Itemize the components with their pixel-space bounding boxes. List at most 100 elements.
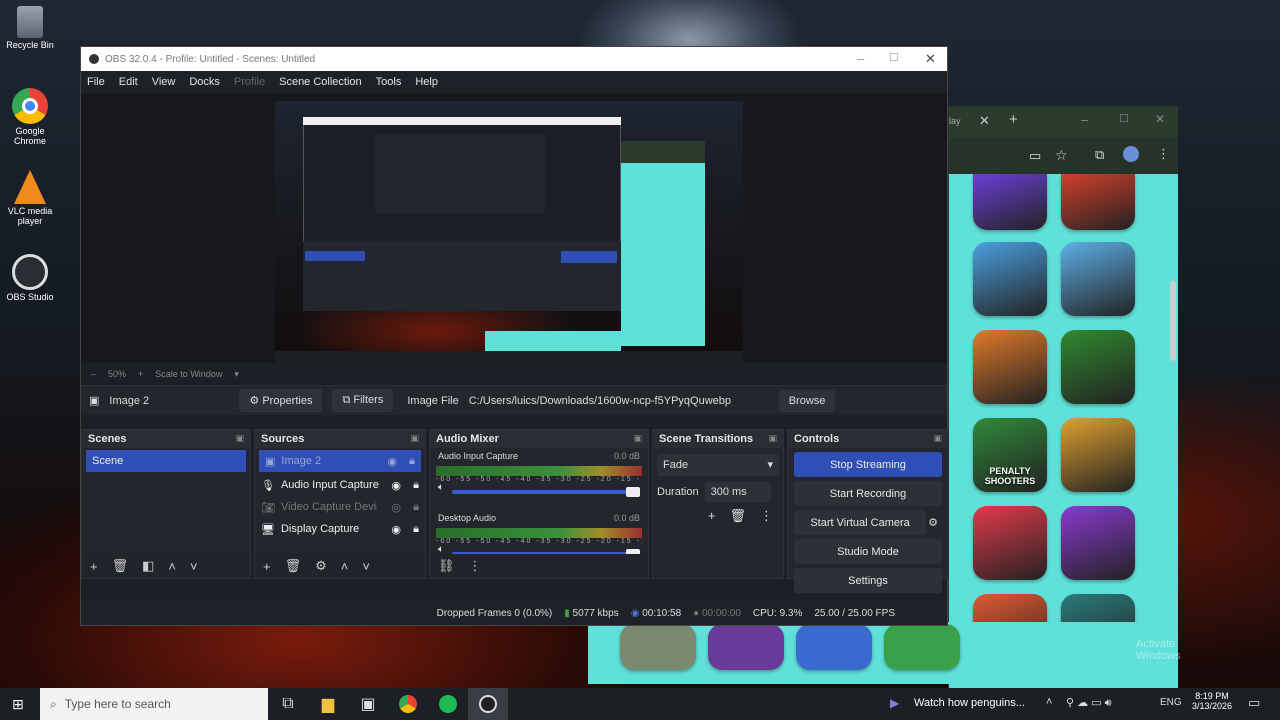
gear-icon[interactable]: ⚙	[928, 516, 938, 529]
game-tile[interactable]	[973, 242, 1047, 316]
maximize-icon[interactable]: ☐	[1119, 112, 1129, 125]
browse-button[interactable]: Browse	[778, 389, 836, 412]
chrome-taskbar-icon[interactable]	[388, 688, 428, 720]
dock-icon[interactable]: ▣	[768, 433, 777, 444]
game-tile[interactable]	[1061, 418, 1135, 492]
menu-scene-collection[interactable]: Scene Collection	[279, 76, 362, 88]
start-recording-button[interactable]: Start Recording	[794, 481, 942, 506]
chevron-down-icon[interactable]: ▾	[234, 369, 239, 380]
taskbar-search[interactable]: ⌕ Type here to search	[40, 688, 268, 720]
transition-select[interactable]: Fade ▾	[657, 454, 779, 476]
dock-icon[interactable]: ▣	[633, 433, 642, 444]
menu-view[interactable]: View	[152, 76, 176, 88]
browser-menu-icon[interactable]: ⋮	[1157, 146, 1170, 162]
game-tile[interactable]	[973, 506, 1047, 580]
speaker-icon[interactable]: 🔈︎	[438, 482, 444, 493]
dock-icon[interactable]: ▣	[410, 433, 419, 444]
maximize-icon[interactable]: ☐	[889, 51, 899, 64]
move-up-icon[interactable]: ˄	[168, 559, 176, 574]
extensions-icon[interactable]: ⧉	[1095, 147, 1104, 163]
start-virtual-camera-button[interactable]: Start Virtual Camera	[794, 510, 927, 535]
scene-item[interactable]: Scene	[86, 450, 246, 472]
more-icon[interactable]: ⋮	[469, 558, 482, 574]
game-tile[interactable]	[796, 624, 872, 670]
move-down-icon[interactable]: ˅	[362, 559, 370, 574]
lock-icon[interactable]: 🔒︎	[413, 523, 419, 536]
dock-icon[interactable]: ▣	[933, 433, 942, 444]
dock-icon[interactable]: ▣	[235, 433, 244, 444]
spotify-icon[interactable]	[428, 688, 468, 720]
trash-icon[interactable]: 🗑	[112, 558, 129, 574]
duration-spinbox[interactable]: 300 ms	[704, 482, 771, 502]
desktop-icon-vlc[interactable]: VLC media player	[4, 170, 56, 226]
news-widget-icon[interactable]: ▶	[890, 696, 899, 710]
notifications-icon[interactable]: ▭	[1248, 695, 1260, 711]
add-icon[interactable]: +	[90, 559, 98, 574]
minimize-icon[interactable]: –	[1081, 112, 1088, 127]
windows-start-icon[interactable]: ⊞	[12, 696, 24, 713]
news-widget-text[interactable]: Watch how penguins...	[914, 697, 1025, 709]
zoom-in-icon[interactable]: +	[138, 369, 143, 379]
zoom-mode[interactable]: Scale to Window	[155, 369, 222, 379]
clock[interactable]: 8:19 PM 3/13/2026	[1190, 691, 1234, 711]
game-tile[interactable]	[973, 174, 1047, 230]
game-tile[interactable]	[1061, 174, 1135, 230]
menu-edit[interactable]: Edit	[119, 76, 138, 88]
trash-icon[interactable]: 🗑	[285, 558, 302, 574]
menu-help[interactable]: Help	[415, 76, 438, 88]
game-tile[interactable]: PENALTY SHOOTERS	[973, 418, 1047, 492]
game-tile[interactable]	[884, 624, 960, 670]
add-icon[interactable]: +	[263, 559, 271, 574]
eye-icon[interactable]: ◉	[391, 479, 401, 492]
task-view-icon[interactable]: ⧉	[268, 688, 308, 720]
show-hidden-icons-icon[interactable]: ˄	[1046, 696, 1052, 708]
move-down-icon[interactable]: ˅	[190, 559, 198, 574]
lock-icon[interactable]: 🔒︎	[413, 501, 419, 514]
game-tile[interactable]	[973, 330, 1047, 404]
source-item[interactable]: 🎙︎ Audio Input Capture ◉ 🔒︎	[255, 474, 425, 496]
game-tile[interactable]	[1061, 330, 1135, 404]
language-indicator[interactable]: ENG	[1160, 697, 1182, 708]
store-icon[interactable]: ▣	[348, 688, 388, 720]
game-tile[interactable]	[1061, 242, 1135, 316]
browser-tab-title[interactable]: lay	[949, 116, 961, 126]
file-explorer-icon[interactable]: ▆	[308, 688, 348, 720]
volume-slider[interactable]	[452, 487, 640, 497]
close-window-icon[interactable]: ✕	[925, 51, 936, 67]
stop-streaming-button[interactable]: Stop Streaming	[794, 452, 942, 477]
gear-icon[interactable]: ⚙	[315, 558, 327, 574]
menu-docks[interactable]: Docks	[189, 76, 220, 88]
game-tile[interactable]	[620, 624, 696, 670]
profile-avatar-icon[interactable]	[1123, 146, 1139, 162]
menu-tools[interactable]: Tools	[376, 76, 402, 88]
zoom-out-icon[interactable]: –	[91, 369, 96, 379]
source-item[interactable]: 🖥︎ Display Capture ◉ 🔒︎	[255, 518, 425, 540]
game-tile[interactable]	[1061, 506, 1135, 580]
eye-icon[interactable]: ◉	[387, 455, 397, 468]
link-icon[interactable]: ⛓	[438, 558, 455, 574]
trash-icon[interactable]: 🗑	[729, 508, 746, 524]
lock-icon[interactable]: 🔒︎	[409, 455, 415, 468]
eye-icon[interactable]: ◉	[391, 523, 401, 536]
desktop-icon-obs[interactable]: OBS Studio	[4, 254, 56, 302]
cast-icon[interactable]: ▭	[1029, 148, 1041, 164]
more-icon[interactable]: ⋮	[760, 508, 773, 524]
move-up-icon[interactable]: ˄	[341, 559, 349, 574]
studio-mode-button[interactable]: Studio Mode	[794, 539, 942, 564]
lock-icon[interactable]: 🔒︎	[413, 479, 419, 492]
browser-window[interactable]: lay ✕ + – ☐ ✕ ▭ ☆ ⧉ ⋮ PENALTY SHOOTERSRU…	[948, 106, 1178, 688]
properties-button[interactable]: ⚙ Properties	[239, 389, 323, 412]
tray-icons[interactable]: ⚲ ☁ ▭ 🔊︎	[1066, 696, 1112, 710]
menu-profile[interactable]: Profile	[234, 76, 265, 88]
minimize-icon[interactable]: –	[857, 51, 864, 66]
new-tab-icon[interactable]: +	[1009, 111, 1018, 128]
desktop-icon-recycle-bin[interactable]: Recycle Bin	[4, 6, 56, 50]
desktop-icon-chrome[interactable]: Google Chrome	[4, 88, 56, 146]
bookmark-star-icon[interactable]: ☆	[1055, 147, 1068, 164]
filters-button[interactable]: ⧉ Filters	[332, 389, 394, 412]
preview-canvas[interactable]	[275, 101, 743, 363]
obs-window[interactable]: OBS 32.0.4 - Profile: Untitled - Scenes:…	[80, 46, 949, 626]
game-tile[interactable]	[708, 624, 784, 670]
eye-hidden-icon[interactable]: ◎	[391, 501, 401, 514]
source-item[interactable]: 📷︎Video Capture Device ◎🔒︎	[255, 496, 425, 518]
